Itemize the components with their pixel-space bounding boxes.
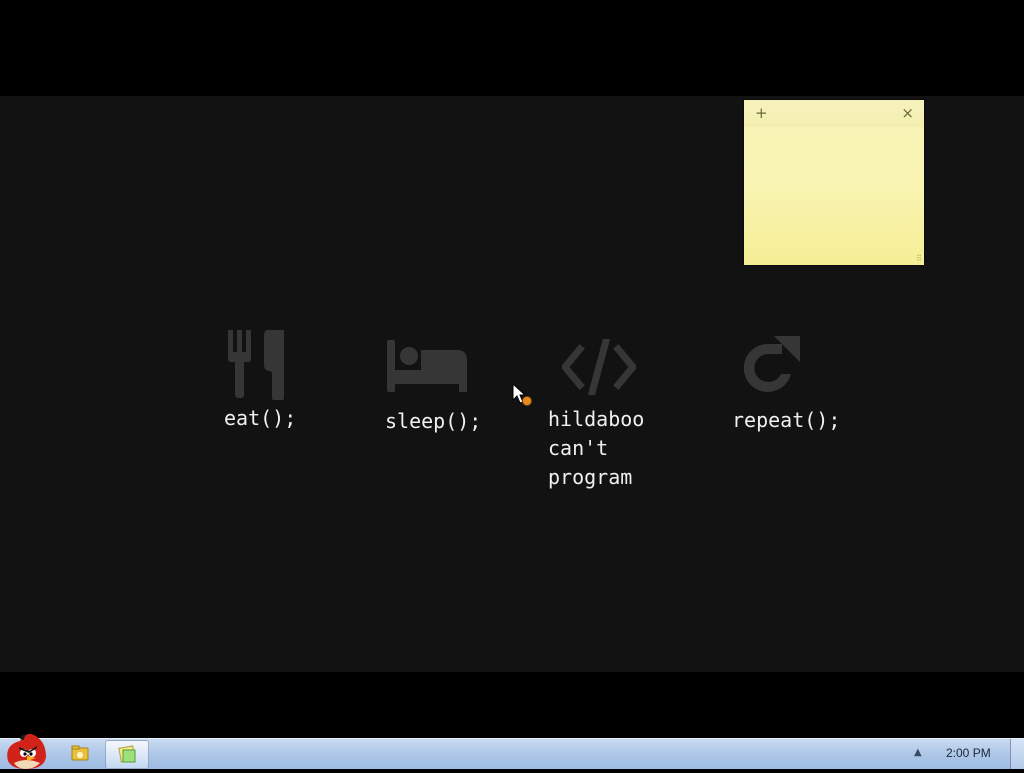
add-note-icon[interactable]: + xyxy=(755,104,768,122)
sticky-notes-icon xyxy=(118,745,136,763)
tile-label: sleep(); xyxy=(385,409,482,433)
start-button[interactable] xyxy=(0,731,52,769)
sticky-note-text[interactable] xyxy=(752,130,916,255)
busy-cursor-icon xyxy=(512,383,532,406)
show-hidden-icons-icon[interactable]: ▲ xyxy=(914,747,922,758)
close-note-icon[interactable]: × xyxy=(901,104,914,122)
refresh-icon xyxy=(743,336,800,392)
fork-knife-icon xyxy=(228,330,284,400)
tile-label: eat(); xyxy=(224,406,297,430)
sticky-note-titlebar[interactable]: + × xyxy=(744,100,924,127)
bed-icon xyxy=(387,340,467,392)
code-icon xyxy=(562,339,636,395)
taskbar-clock[interactable]: 2:00 PM xyxy=(946,746,991,760)
desktop: eat(); sleep(); hildaboo can't program r… xyxy=(0,0,1024,738)
explorer-folder-icon xyxy=(71,745,89,761)
taskbar-sticky-notes-button[interactable] xyxy=(105,740,149,769)
show-desktop-button[interactable] xyxy=(1010,739,1024,769)
tile-label: repeat(); xyxy=(732,408,841,432)
taskbar-explorer-button[interactable] xyxy=(59,740,101,767)
angry-bird-icon xyxy=(7,733,46,769)
sticky-note[interactable]: + × ⠿ xyxy=(744,100,924,265)
taskbar: ▲ 2:00 PM xyxy=(0,733,1024,769)
tile-label-multiline: hildaboo can't program xyxy=(548,407,645,489)
resize-grip-icon[interactable]: ⠿ xyxy=(916,254,922,263)
